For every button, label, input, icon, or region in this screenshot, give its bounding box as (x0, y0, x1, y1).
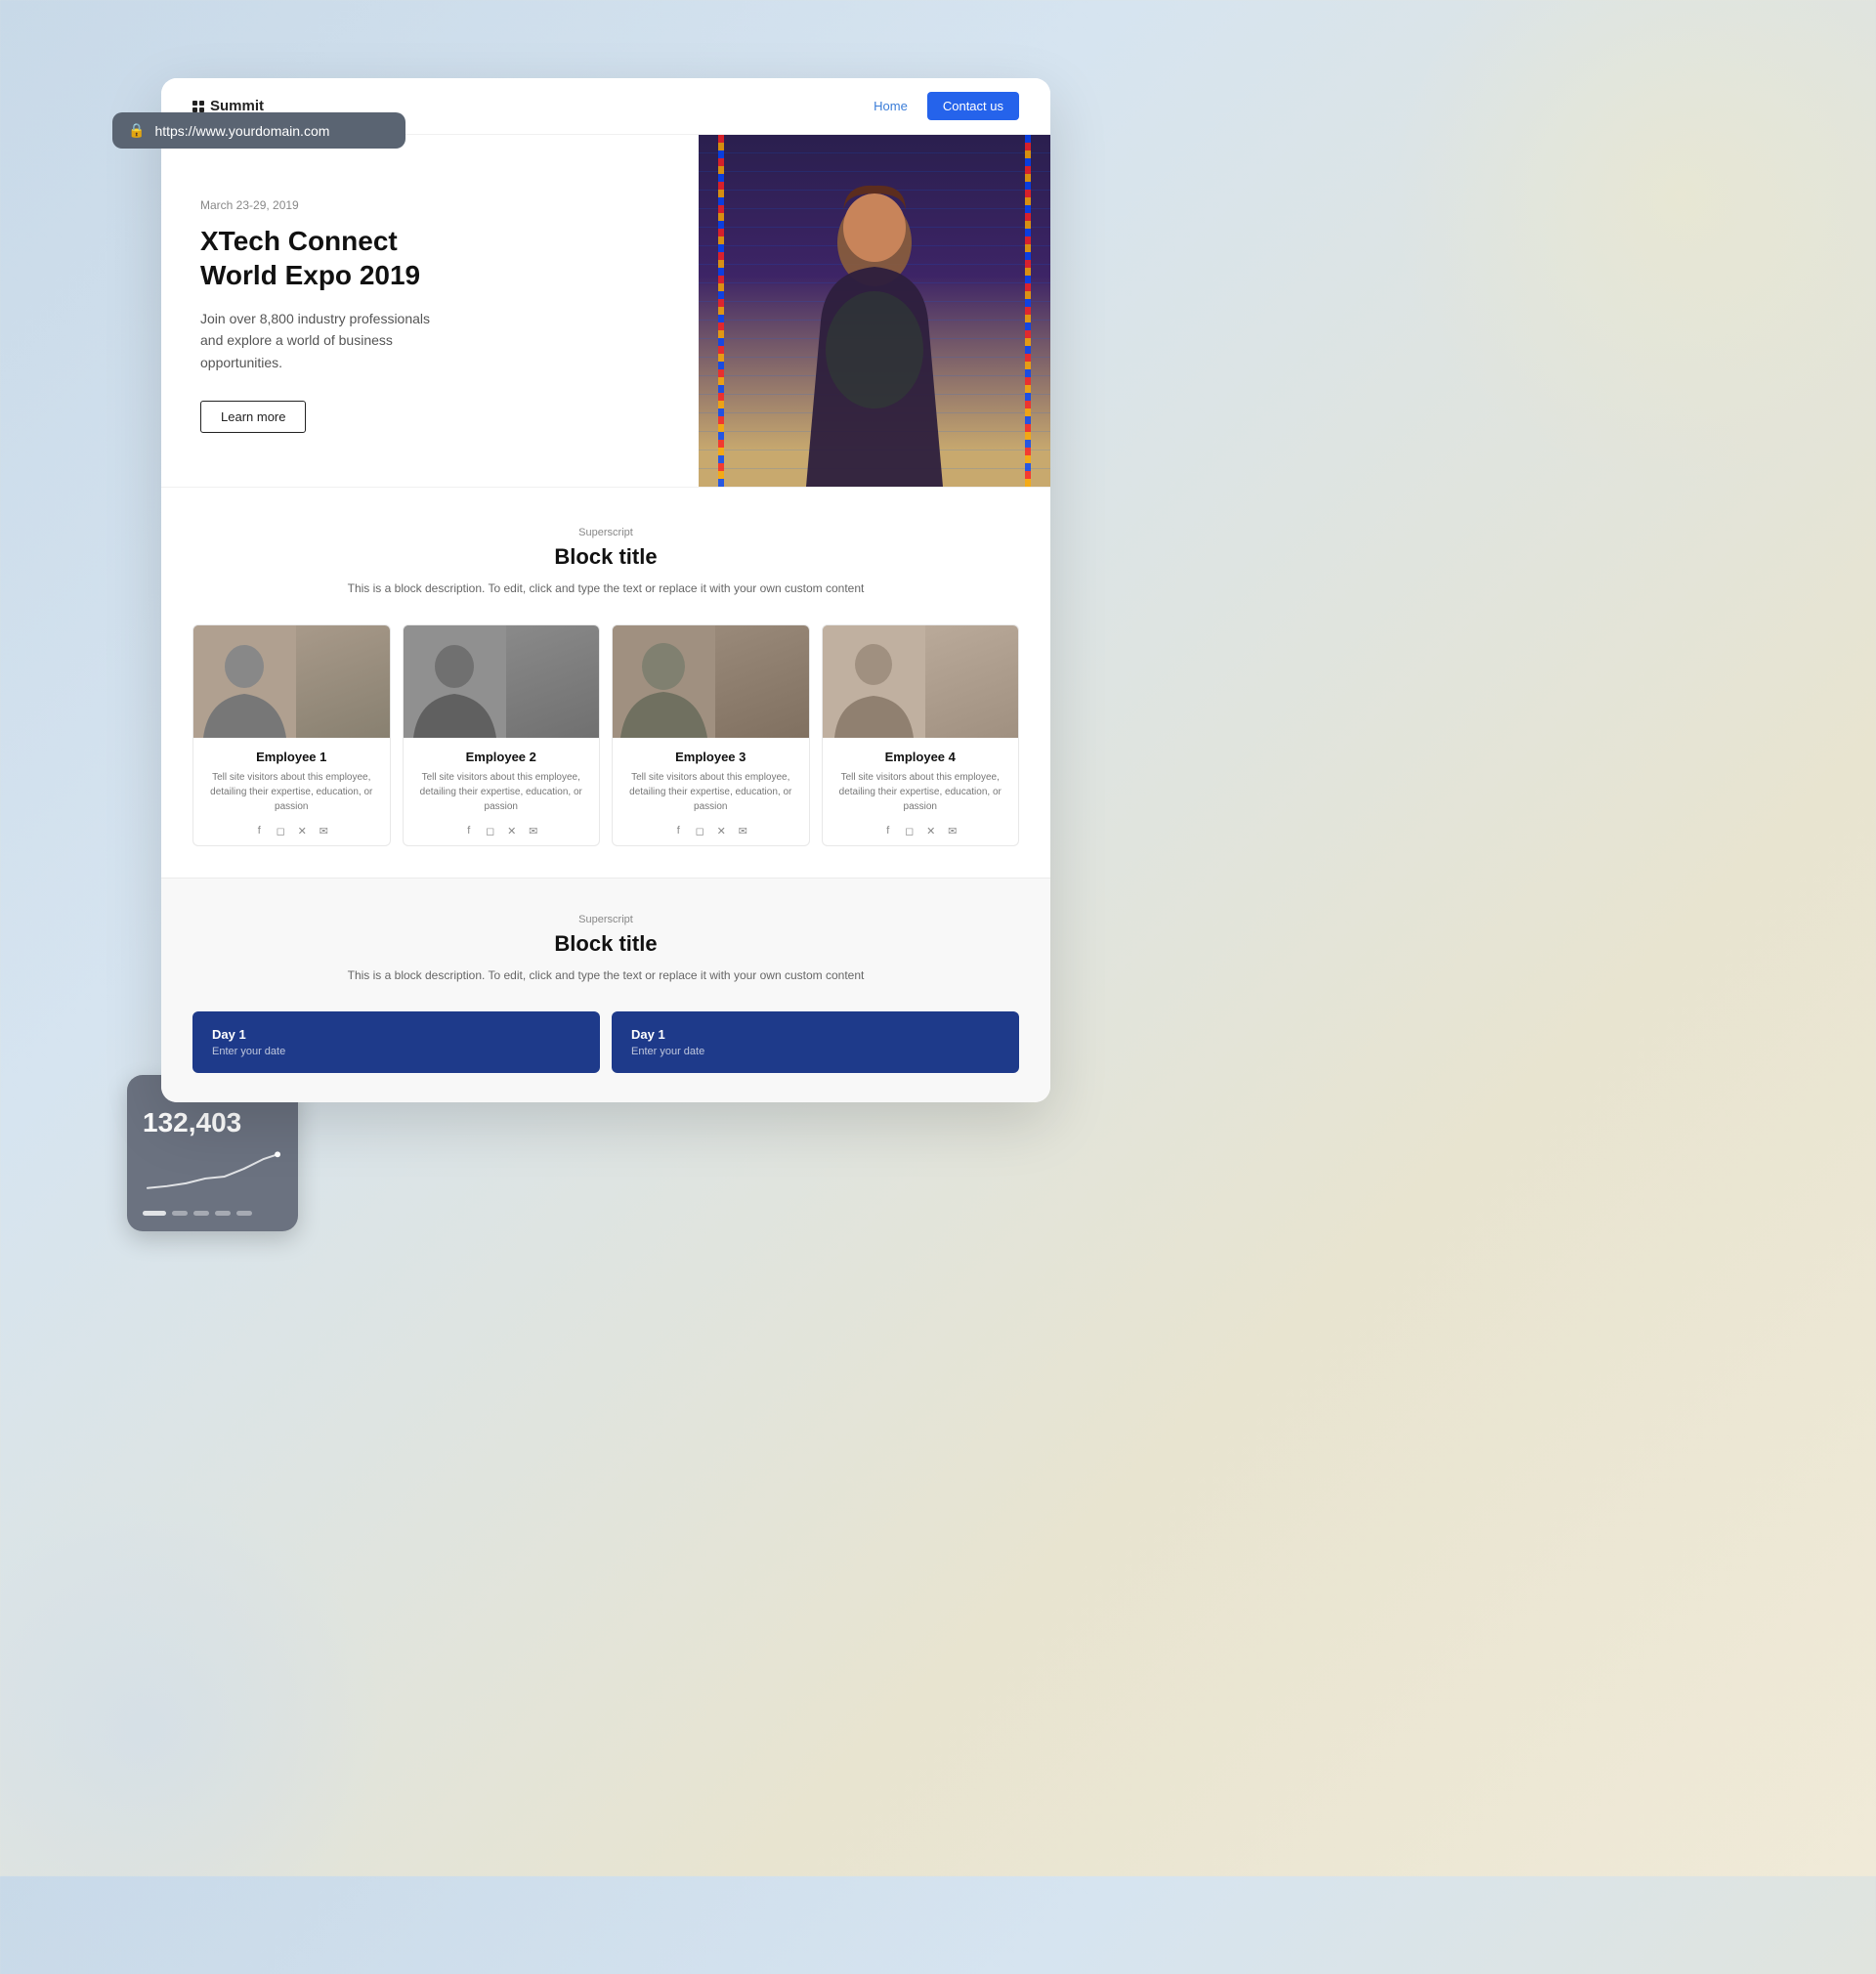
employee-bio-1: Tell site visitors about this employee, … (205, 770, 378, 814)
employee-name-4: Employee 4 (834, 750, 1007, 764)
url-text: https://www.yourdomain.com (154, 123, 329, 139)
employee-card-3: Employee 3 Tell site visitors about this… (612, 624, 810, 846)
employee-socials-4: f ◻ ✕ ✉ (834, 824, 1007, 837)
employee-name-1: Employee 1 (205, 750, 378, 764)
instagram-icon-4[interactable]: ◻ (903, 824, 917, 837)
twitter-icon-4[interactable]: ✕ (924, 824, 938, 837)
employee-name-3: Employee 3 (624, 750, 797, 764)
employee-card-4: Employee 4 Tell site visitors about this… (822, 624, 1020, 846)
employee-photo-1 (193, 625, 390, 738)
analytics-dot-active (143, 1211, 166, 1216)
hero-speaker-image (699, 135, 1050, 487)
logo-grid-icon (192, 101, 204, 112)
schedule-grid: Day 1 Enter your date Day 1 Enter your d… (192, 1011, 1019, 1073)
schedule-card-1[interactable]: Day 1 Enter your date (192, 1011, 600, 1073)
schedule-card-2-title: Day 1 (631, 1027, 1000, 1042)
browser-container: Summit Home Contact us March 23-29, 2019… (161, 78, 1050, 1102)
twitter-icon-2[interactable]: ✕ (505, 824, 519, 837)
decorative-blob-top (1387, 0, 1876, 489)
email-icon-1[interactable]: ✉ (317, 824, 330, 837)
block-superscript-1: Superscript (192, 527, 1019, 538)
analytics-dot-2 (193, 1211, 209, 1216)
employee-socials-3: f ◻ ✕ ✉ (624, 824, 797, 837)
address-bar[interactable]: 🔒 https://www.yourdomain.com (112, 112, 405, 149)
employees-grid: Employee 1 Tell site visitors about this… (192, 624, 1019, 846)
employee-card-2: Employee 2 Tell site visitors about this… (403, 624, 601, 846)
led-strip-left (718, 135, 724, 487)
schedule-card-1-subtitle: Enter your date (212, 1046, 580, 1057)
block-desc-2: This is a block description. To edit, cl… (192, 966, 1019, 984)
employee-socials-1: f ◻ ✕ ✉ (205, 824, 378, 837)
twitter-icon-1[interactable]: ✕ (295, 824, 309, 837)
employee-bio-4: Tell site visitors about this employee, … (834, 770, 1007, 814)
block-section-team: Superscript Block title This is a block … (161, 487, 1050, 878)
employee-photo-3 (613, 625, 809, 738)
analytics-dot-1 (172, 1211, 188, 1216)
decorative-blob-bottom (0, 1485, 391, 1974)
employee-info-4: Employee 4 Tell site visitors about this… (823, 738, 1019, 845)
employee-card-1: Employee 1 Tell site visitors about this… (192, 624, 391, 846)
instagram-icon-1[interactable]: ◻ (274, 824, 287, 837)
facebook-icon-4[interactable]: f (881, 824, 895, 837)
hero-title-line2: World Expo 2019 (200, 260, 420, 290)
hero-image (699, 135, 1050, 487)
employee-socials-2: f ◻ ✕ ✉ (415, 824, 588, 837)
facebook-icon-2[interactable]: f (462, 824, 476, 837)
hero-content: March 23-29, 2019 XTech Connect World Ex… (161, 135, 699, 487)
instagram-icon-3[interactable]: ◻ (693, 824, 706, 837)
employee-bio-2: Tell site visitors about this employee, … (415, 770, 588, 814)
analytics-dots (143, 1211, 282, 1216)
learn-more-button[interactable]: Learn more (200, 401, 306, 433)
employee-bio-3: Tell site visitors about this employee, … (624, 770, 797, 814)
instagram-icon-2[interactable]: ◻ (484, 824, 497, 837)
site-nav-links: Home Contact us (874, 92, 1019, 120)
analytics-dot-3 (215, 1211, 231, 1216)
employee-photo-4 (823, 625, 1019, 738)
employee-photo-2 (404, 625, 600, 738)
schedule-card-2-subtitle: Enter your date (631, 1046, 1000, 1057)
email-icon-3[interactable]: ✉ (736, 824, 749, 837)
hero-description: Join over 8,800 industry professionals a… (200, 308, 435, 373)
analytics-chart (143, 1149, 282, 1198)
employee-info-1: Employee 1 Tell site visitors about this… (193, 738, 390, 845)
hero-title: XTech Connect World Expo 2019 (200, 224, 660, 292)
schedule-card-2[interactable]: Day 1 Enter your date (612, 1011, 1019, 1073)
schedule-card-1-title: Day 1 (212, 1027, 580, 1042)
facebook-icon-3[interactable]: f (671, 824, 685, 837)
email-icon-2[interactable]: ✉ (527, 824, 540, 837)
speaker-silhouette (767, 174, 982, 487)
block-section-schedule: Superscript Block title This is a block … (161, 878, 1050, 1102)
hero-section: March 23-29, 2019 XTech Connect World Ex… (161, 135, 1050, 487)
lock-icon: 🔒 (128, 122, 145, 139)
employee-info-3: Employee 3 Tell site visitors about this… (613, 738, 809, 845)
hero-title-line1: XTech Connect (200, 226, 398, 256)
block-superscript-2: Superscript (192, 914, 1019, 925)
home-nav-link[interactable]: Home (874, 99, 908, 113)
led-strip-right (1025, 135, 1031, 487)
hero-date: March 23-29, 2019 (200, 198, 660, 212)
block-title-1: Block title (192, 544, 1019, 570)
email-icon-4[interactable]: ✉ (946, 824, 959, 837)
twitter-icon-3[interactable]: ✕ (714, 824, 728, 837)
block-desc-1: This is a block description. To edit, cl… (192, 579, 1019, 597)
analytics-dot-4 (236, 1211, 252, 1216)
employee-name-2: Employee 2 (415, 750, 588, 764)
facebook-icon-1[interactable]: f (252, 824, 266, 837)
contact-us-button[interactable]: Contact us (927, 92, 1019, 120)
analytics-number: 132,403 (143, 1109, 282, 1137)
block-title-2: Block title (192, 931, 1019, 957)
employee-info-2: Employee 2 Tell site visitors about this… (404, 738, 600, 845)
